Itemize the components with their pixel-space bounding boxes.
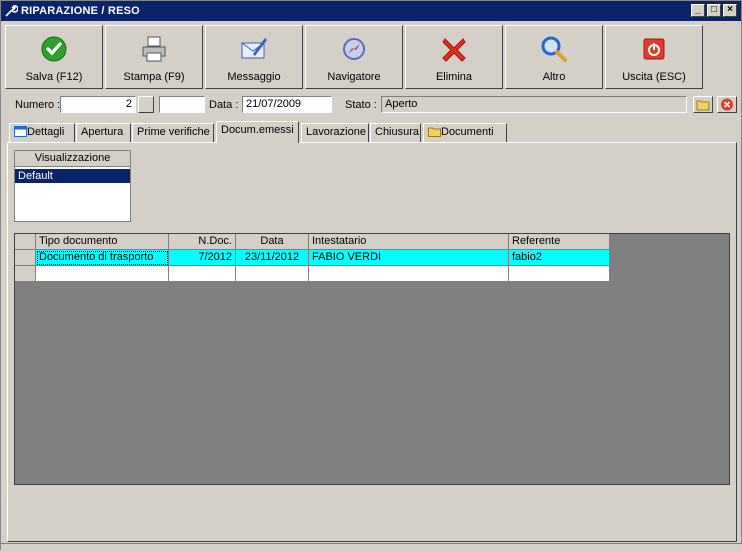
numero-field[interactable]: 2 [60, 96, 136, 113]
documents-grid[interactable]: Tipo documento N.Doc. Data Intestatario … [14, 233, 730, 485]
view-list-header: Visualizzazione [15, 151, 130, 167]
table-cell[interactable] [36, 266, 169, 282]
delete-button[interactable]: Elimina [405, 25, 503, 89]
tab-prime-verifiche-label: Prime verifiche [137, 126, 210, 138]
printer-icon [142, 36, 166, 62]
tab-documenti[interactable]: Documenti [423, 123, 507, 142]
message-button[interactable]: Messaggio [205, 25, 303, 89]
tab-lavorazione[interactable]: Lavorazione [301, 123, 369, 142]
data-label: Data : [209, 99, 239, 111]
table-cell[interactable]: FABIO VERDI [309, 250, 509, 266]
toolbar: Salva (F12) Stampa (F9) Messaggio Naviga… [5, 25, 705, 91]
table-cell[interactable] [236, 266, 309, 282]
compass-icon [343, 38, 365, 60]
view-list-item-default[interactable]: Default [15, 169, 130, 183]
column-header[interactable]: Referente [509, 234, 610, 250]
table-cell[interactable] [509, 266, 610, 282]
minimize-button[interactable]: _ [691, 4, 705, 17]
row-selector[interactable] [15, 250, 36, 266]
wrench-icon [5, 5, 18, 17]
save-label: Salva (F12) [25, 71, 83, 83]
table-cell[interactable]: Documento di trasporto [36, 250, 169, 266]
row-selector[interactable] [15, 266, 36, 282]
table-cell[interactable]: fabio2 [509, 250, 610, 266]
tab-apertura-label: Apertura [81, 126, 124, 138]
header-row: Numero : 2 Data : 21/07/2009 Stato : Ape… [1, 96, 741, 116]
navigator-label: Navigatore [327, 71, 381, 83]
save-button[interactable]: Salva (F12) [5, 25, 103, 89]
tab-docum-emessi-label: Docum.emessi [221, 124, 294, 136]
view-list: Visualizzazione Default [14, 150, 131, 222]
open-folder-button[interactable] [693, 96, 713, 113]
numero-extra-field[interactable] [159, 96, 205, 113]
print-label: Stampa (F9) [123, 71, 185, 83]
maximize-button[interactable]: □ [707, 4, 721, 17]
tab-docum-emessi[interactable]: Docum.emessi [216, 121, 299, 143]
cancel-icon [721, 98, 733, 111]
main-window: RIPARAZIONE / RESO _ □ × Salva (F12) Sta… [0, 0, 742, 552]
stato-label: Stato : [345, 99, 377, 111]
table-cell[interactable] [309, 266, 509, 282]
message-label: Messaggio [227, 71, 281, 83]
table-cell[interactable] [169, 266, 236, 282]
other-label: Altro [542, 71, 566, 83]
power-icon [643, 38, 665, 60]
column-header[interactable]: Tipo documento [36, 234, 169, 250]
column-header[interactable]: N.Doc. [169, 234, 236, 250]
table-cell[interactable]: 23/11/2012 [236, 250, 309, 266]
print-button[interactable]: Stampa (F9) [105, 25, 203, 89]
tab-dettagli-label: Dettagli [27, 126, 65, 138]
status-bar [1, 543, 742, 552]
stato-field: Aperto [381, 96, 687, 113]
tab-prime-verifiche[interactable]: Prime verifiche [132, 123, 214, 142]
other-button[interactable]: Altro [505, 25, 603, 89]
delete-label: Elimina [435, 71, 473, 83]
table-cell[interactable]: 7/2012 [169, 250, 236, 266]
magnifier-icon [541, 36, 567, 62]
envelope-pen-icon [241, 38, 267, 59]
tab-documenti-label: Documenti [441, 126, 494, 138]
tab-dettagli[interactable]: Dettagli [9, 123, 75, 142]
column-header[interactable]: Data [236, 234, 309, 250]
numero-lookup-button[interactable] [138, 96, 154, 113]
tab-chiusura[interactable]: Chiusura [370, 123, 421, 142]
navigator-button[interactable]: Navigatore [305, 25, 403, 89]
title-bar[interactable]: RIPARAZIONE / RESO _ □ × [1, 1, 741, 21]
column-header[interactable]: Intestatario [309, 234, 509, 250]
tab-chiusura-label: Chiusura [375, 126, 420, 138]
grid-corner [15, 234, 36, 250]
numero-label: Numero : [15, 99, 61, 111]
window-icon [14, 126, 27, 137]
exit-button[interactable]: Uscita (ESC) [605, 25, 703, 89]
x-mark-icon [442, 38, 466, 62]
tab-apertura[interactable]: Apertura [76, 123, 131, 142]
clear-button[interactable] [717, 96, 737, 113]
check-icon [41, 36, 67, 62]
folder-icon [696, 100, 710, 111]
close-button[interactable]: × [723, 4, 737, 17]
exit-label: Uscita (ESC) [622, 71, 686, 83]
date-field[interactable]: 21/07/2009 [242, 96, 332, 113]
tab-lavorazione-label: Lavorazione [306, 126, 366, 138]
window-title: RIPARAZIONE / RESO [21, 5, 140, 17]
folder-icon [428, 127, 441, 137]
